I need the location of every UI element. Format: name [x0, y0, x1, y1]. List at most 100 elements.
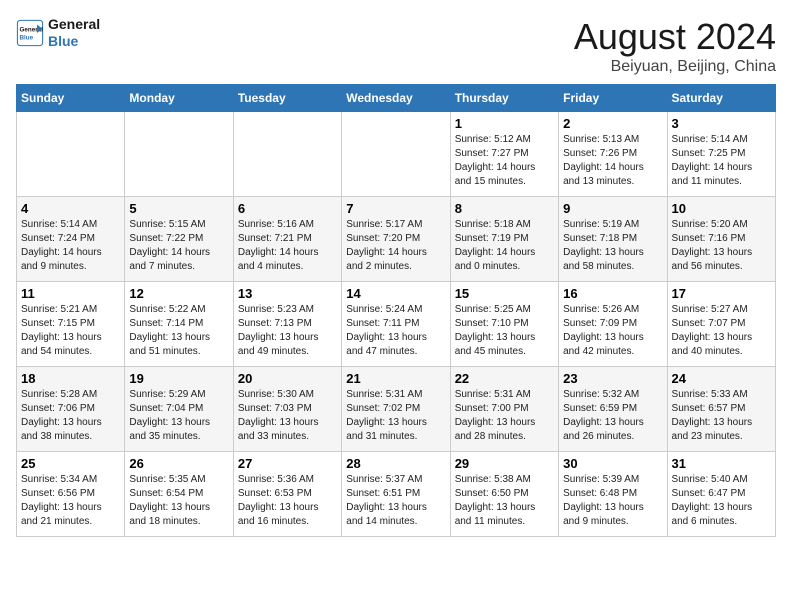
- day-cell-8: 8Sunrise: 5:18 AM Sunset: 7:19 PM Daylig…: [450, 197, 558, 282]
- month-title: August 2024: [574, 16, 776, 58]
- day-number: 11: [21, 286, 120, 301]
- day-info: Sunrise: 5:26 AM Sunset: 7:09 PM Dayligh…: [563, 303, 662, 359]
- day-number: 31: [672, 456, 771, 471]
- page-header: General Blue General Blue August 2024 Be…: [16, 16, 776, 76]
- day-cell-22: 22 Sunrise: 5:31 AM Sunset: 7:00 PM Dayli…: [450, 367, 558, 452]
- day-number: 28: [346, 456, 445, 471]
- logo-text-blue: Blue: [48, 33, 100, 50]
- day-cell-10: 10 Sunrise: 5:20 AM Sunset: 7:16 PM Dayli…: [667, 197, 775, 282]
- day-cell-26: 26 Sunrise: 5:35 AM Sunset: 6:54 PM Dayli…: [125, 452, 233, 537]
- day-cell-9: 9 Sunrise: 5:19 AM Sunset: 7:18 PM Daylig…: [559, 197, 667, 282]
- day-cell-17: 17 Sunrise: 5:27 AM Sunset: 7:07 PM Dayli…: [667, 282, 775, 367]
- day-cell-12: 12 Sunrise: 5:22 AM Sunset: 7:14 PM Dayli…: [125, 282, 233, 367]
- day-info: Sunrise: 5:24 AM Sunset: 7:11 PM Dayligh…: [346, 303, 445, 359]
- col-header-wednesday: Wednesday: [342, 85, 450, 112]
- day-cell-30: 30 Sunrise: 5:39 AM Sunset: 6:48 PM Dayli…: [559, 452, 667, 537]
- title-block: August 2024 Beiyuan, Beijing, China: [574, 16, 776, 76]
- day-number: 17: [672, 286, 771, 301]
- day-number: 9: [563, 201, 662, 216]
- day-info: Sunrise: 5:22 AM Sunset: 7:14 PM Dayligh…: [129, 303, 228, 359]
- week-row-1: 1 Sunrise: 5:12 AM Sunset: 7:27 PM Daylig…: [17, 112, 776, 197]
- day-info: Sunrise: 5:19 AM Sunset: 7:18 PM Dayligh…: [563, 218, 662, 274]
- day-number: 21: [346, 371, 445, 386]
- day-cell-18: 18 Sunrise: 5:28 AM Sunset: 7:06 PM Dayli…: [17, 367, 125, 452]
- day-number: 18: [21, 371, 120, 386]
- day-info: Sunrise: 5:14 AM Sunset: 7:24 PM Dayligh…: [21, 218, 120, 274]
- day-info: Sunrise: 5:31 AM Sunset: 7:00 PM Dayligh…: [455, 388, 554, 444]
- day-info: Sunrise: 5:27 AM Sunset: 7:07 PM Dayligh…: [672, 303, 771, 359]
- day-number: 7: [346, 201, 445, 216]
- calendar-table: SundayMondayTuesdayWednesdayThursdayFrid…: [16, 84, 776, 537]
- day-cell-15: 15 Sunrise: 5:25 AM Sunset: 7:10 PM Dayli…: [450, 282, 558, 367]
- day-info: Sunrise: 5:40 AM Sunset: 6:47 PM Dayligh…: [672, 473, 771, 529]
- day-info: Sunrise: 5:29 AM Sunset: 7:04 PM Dayligh…: [129, 388, 228, 444]
- day-info: Sunrise: 5:32 AM Sunset: 6:59 PM Dayligh…: [563, 388, 662, 444]
- day-cell-29: 29Sunrise: 5:38 AM Sunset: 6:50 PM Dayli…: [450, 452, 558, 537]
- day-number: 23: [563, 371, 662, 386]
- day-cell-14: 14Sunrise: 5:24 AM Sunset: 7:11 PM Dayli…: [342, 282, 450, 367]
- day-cell-24: 24 Sunrise: 5:33 AM Sunset: 6:57 PM Dayli…: [667, 367, 775, 452]
- logo-text-general: General: [48, 16, 100, 33]
- day-info: Sunrise: 5:25 AM Sunset: 7:10 PM Dayligh…: [455, 303, 554, 359]
- day-cell-31: 31 Sunrise: 5:40 AM Sunset: 6:47 PM Dayli…: [667, 452, 775, 537]
- day-number: 13: [238, 286, 337, 301]
- day-cell-5: 5 Sunrise: 5:15 AM Sunset: 7:22 PM Daylig…: [125, 197, 233, 282]
- day-info: Sunrise: 5:28 AM Sunset: 7:06 PM Dayligh…: [21, 388, 120, 444]
- day-info: Sunrise: 5:14 AM Sunset: 7:25 PM Dayligh…: [672, 133, 771, 189]
- day-number: 2: [563, 116, 662, 131]
- day-cell-13: 13Sunrise: 5:23 AM Sunset: 7:13 PM Dayli…: [233, 282, 341, 367]
- day-info: Sunrise: 5:39 AM Sunset: 6:48 PM Dayligh…: [563, 473, 662, 529]
- day-info: Sunrise: 5:20 AM Sunset: 7:16 PM Dayligh…: [672, 218, 771, 274]
- col-header-friday: Friday: [559, 85, 667, 112]
- day-cell-empty: [342, 112, 450, 197]
- logo-icon: General Blue: [16, 19, 44, 47]
- col-header-monday: Monday: [125, 85, 233, 112]
- day-info: Sunrise: 5:18 AM Sunset: 7:19 PM Dayligh…: [455, 218, 554, 274]
- day-info: Sunrise: 5:21 AM Sunset: 7:15 PM Dayligh…: [21, 303, 120, 359]
- day-number: 25: [21, 456, 120, 471]
- day-number: 29: [455, 456, 554, 471]
- logo: General Blue General Blue: [16, 16, 100, 50]
- day-number: 3: [672, 116, 771, 131]
- day-number: 5: [129, 201, 228, 216]
- day-number: 1: [455, 116, 554, 131]
- day-cell-7: 7 Sunrise: 5:17 AM Sunset: 7:20 PM Daylig…: [342, 197, 450, 282]
- day-info: Sunrise: 5:33 AM Sunset: 6:57 PM Dayligh…: [672, 388, 771, 444]
- day-number: 6: [238, 201, 337, 216]
- day-number: 16: [563, 286, 662, 301]
- day-number: 26: [129, 456, 228, 471]
- day-info: Sunrise: 5:30 AM Sunset: 7:03 PM Dayligh…: [238, 388, 337, 444]
- day-number: 22: [455, 371, 554, 386]
- day-info: Sunrise: 5:35 AM Sunset: 6:54 PM Dayligh…: [129, 473, 228, 529]
- day-number: 4: [21, 201, 120, 216]
- day-cell-16: 16 Sunrise: 5:26 AM Sunset: 7:09 PM Dayli…: [559, 282, 667, 367]
- day-info: Sunrise: 5:16 AM Sunset: 7:21 PM Dayligh…: [238, 218, 337, 274]
- day-number: 15: [455, 286, 554, 301]
- day-info: Sunrise: 5:17 AM Sunset: 7:20 PM Dayligh…: [346, 218, 445, 274]
- day-info: Sunrise: 5:12 AM Sunset: 7:27 PM Dayligh…: [455, 133, 554, 189]
- day-cell-23: 23 Sunrise: 5:32 AM Sunset: 6:59 PM Dayli…: [559, 367, 667, 452]
- day-cell-empty: [125, 112, 233, 197]
- week-row-3: 11 Sunrise: 5:21 AM Sunset: 7:15 PM Dayli…: [17, 282, 776, 367]
- day-number: 27: [238, 456, 337, 471]
- day-cell-21: 21 Sunrise: 5:31 AM Sunset: 7:02 PM Dayli…: [342, 367, 450, 452]
- day-cell-empty: [17, 112, 125, 197]
- day-cell-2: 2Sunrise: 5:13 AM Sunset: 7:26 PM Daylig…: [559, 112, 667, 197]
- day-number: 30: [563, 456, 662, 471]
- day-info: Sunrise: 5:31 AM Sunset: 7:02 PM Dayligh…: [346, 388, 445, 444]
- week-row-4: 18 Sunrise: 5:28 AM Sunset: 7:06 PM Dayli…: [17, 367, 776, 452]
- location-title: Beiyuan, Beijing, China: [574, 58, 776, 76]
- day-info: Sunrise: 5:15 AM Sunset: 7:22 PM Dayligh…: [129, 218, 228, 274]
- week-row-2: 4 Sunrise: 5:14 AM Sunset: 7:24 PM Daylig…: [17, 197, 776, 282]
- day-number: 24: [672, 371, 771, 386]
- day-info: Sunrise: 5:37 AM Sunset: 6:51 PM Dayligh…: [346, 473, 445, 529]
- day-number: 20: [238, 371, 337, 386]
- day-number: 10: [672, 201, 771, 216]
- day-cell-27: 27Sunrise: 5:36 AM Sunset: 6:53 PM Dayli…: [233, 452, 341, 537]
- day-cell-11: 11 Sunrise: 5:21 AM Sunset: 7:15 PM Dayli…: [17, 282, 125, 367]
- day-cell-19: 19Sunrise: 5:29 AM Sunset: 7:04 PM Dayli…: [125, 367, 233, 452]
- calendar-header: SundayMondayTuesdayWednesdayThursdayFrid…: [17, 85, 776, 112]
- day-info: Sunrise: 5:34 AM Sunset: 6:56 PM Dayligh…: [21, 473, 120, 529]
- day-cell-1: 1 Sunrise: 5:12 AM Sunset: 7:27 PM Daylig…: [450, 112, 558, 197]
- day-number: 12: [129, 286, 228, 301]
